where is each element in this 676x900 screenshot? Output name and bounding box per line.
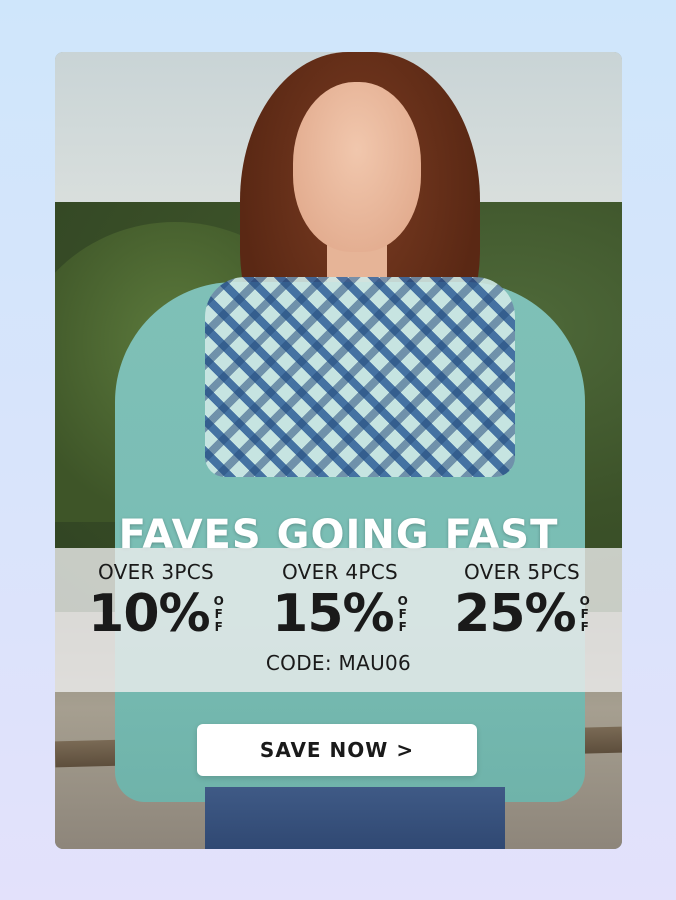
- offer-tier-2: OVER 4PCS 15% O F F: [245, 560, 435, 642]
- off-label: O F F: [397, 593, 408, 634]
- promo-code: CODE: MAU06: [265, 651, 412, 675]
- promo-banner[interactable]: FAVES GOING FAST OVER 3PCS 10% O F F OVE…: [55, 52, 622, 849]
- offer-tier-1: OVER 3PCS 10% O F F: [61, 560, 251, 642]
- off-label: O F F: [579, 593, 590, 634]
- offer-condition: OVER 3PCS: [97, 560, 215, 584]
- offer-discount: 15%: [272, 584, 394, 644]
- discount-band: OVER 3PCS 10% O F F OVER 4PCS 15% O F F: [55, 548, 622, 692]
- save-now-button[interactable]: SAVE NOW >: [197, 724, 477, 776]
- offer-condition: OVER 5PCS: [463, 560, 581, 584]
- offer-condition: OVER 4PCS: [281, 560, 399, 584]
- offer-discount: 10%: [88, 584, 210, 644]
- off-label: O F F: [213, 593, 224, 634]
- offer-tier-3: OVER 5PCS 25% O F F: [427, 560, 617, 642]
- offer-discount: 25%: [454, 584, 576, 644]
